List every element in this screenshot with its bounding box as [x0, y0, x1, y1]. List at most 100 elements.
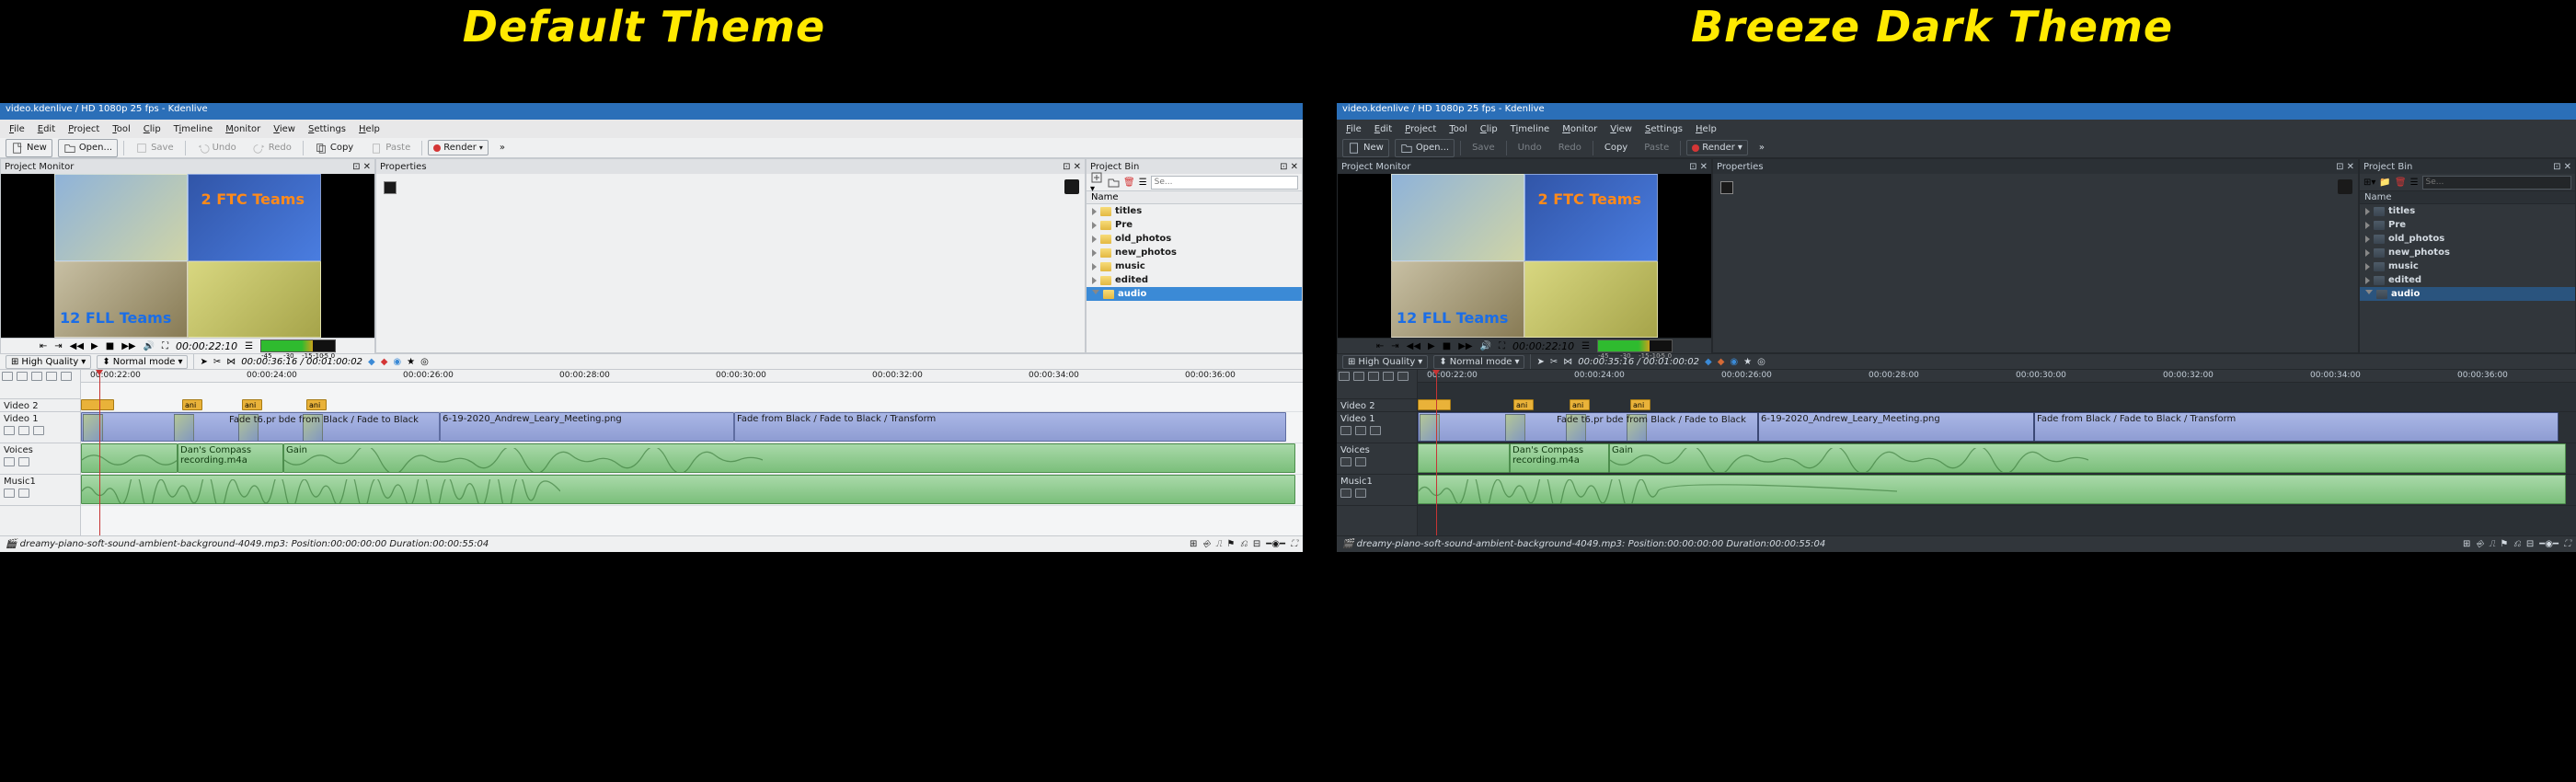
mute-icon[interactable]	[1355, 426, 1366, 435]
status-icon[interactable]: ⚑	[1227, 539, 1235, 549]
hide-icon[interactable]	[1370, 426, 1381, 435]
zoom-slider[interactable]: ━◉━	[1266, 539, 1285, 549]
track-header-voices[interactable]: Voices	[1337, 443, 1417, 475]
mute-icon[interactable]	[18, 426, 29, 435]
status-icon[interactable]: ⛶	[2564, 539, 2570, 549]
marker-icon[interactable]: ◉	[1730, 357, 1738, 367]
clip-title[interactable]: ani	[1630, 399, 1650, 410]
hamburger-icon[interactable]: ☰	[1581, 341, 1590, 351]
clip-audio[interactable]	[1418, 443, 1510, 473]
timeline-settings-icon[interactable]: ◎	[420, 357, 429, 367]
play-button[interactable]: ▶	[1428, 341, 1435, 351]
spacer-tool[interactable]: ⋈	[226, 357, 236, 367]
razor-tool[interactable]: ✂	[1550, 357, 1558, 367]
menu-monitor[interactable]: Monitor	[220, 122, 266, 136]
tag-button[interactable]: ☰	[2410, 178, 2419, 188]
lock-icon[interactable]	[1340, 457, 1351, 466]
toolbar-overflow[interactable]: »	[1754, 140, 1770, 155]
clip-title[interactable]	[81, 399, 114, 410]
menu-help[interactable]: Help	[353, 122, 385, 136]
zoom-slider[interactable]: ━◉━	[2539, 539, 2559, 549]
stop-button[interactable]: ■	[106, 341, 114, 351]
menu-view[interactable]: View	[268, 122, 301, 136]
razor-tool[interactable]: ✂	[213, 357, 221, 367]
timeline-settings-icon[interactable]: ◎	[1757, 357, 1765, 367]
delete-clip-button[interactable]: 🗑	[1123, 178, 1135, 188]
track-header-video1[interactable]: Video 1	[1337, 412, 1417, 443]
delete-clip-button[interactable]: 🗑	[2395, 178, 2407, 188]
mute-icon[interactable]	[1355, 457, 1366, 466]
clip-audio[interactable]: Dan's Compass recording.m4a	[178, 443, 283, 473]
status-icon[interactable]: ⎆	[2476, 539, 2483, 549]
track-header-music[interactable]: Music1	[0, 475, 80, 506]
marker-icon[interactable]: ◆	[1718, 357, 1725, 367]
monitor-timecode[interactable]: 00:00:22:10	[176, 340, 237, 352]
monitor-viewport[interactable]: 2 FTC Teams 12 FLL Teams	[1, 174, 374, 338]
menu-monitor[interactable]: Monitor	[1557, 122, 1603, 136]
track-header-video1[interactable]: Video 1	[0, 412, 80, 443]
track-header-music[interactable]: Music1	[1337, 475, 1417, 506]
bin-search-input[interactable]	[2422, 176, 2571, 190]
panel-controls[interactable]: ⊡ ✕	[1063, 162, 1081, 172]
clip-audio-music[interactable]	[1418, 475, 2566, 504]
track-header-voices[interactable]: Voices	[0, 443, 80, 475]
forward-button[interactable]: ▶▶	[121, 341, 135, 351]
clip-audio[interactable]: Dan's Compass recording.m4a	[1510, 443, 1609, 473]
menu-view[interactable]: View	[1604, 122, 1638, 136]
menu-clip[interactable]: Clip	[1475, 122, 1503, 136]
timeline-tracks-area[interactable]: 00:00:22:00 00:00:24:00 00:00:26:00 00:0…	[81, 370, 1303, 535]
clip-audio[interactable]	[81, 443, 178, 473]
speaker-icon[interactable]: 🔊	[1480, 341, 1491, 351]
lock-icon[interactable]	[4, 426, 15, 435]
clip-title[interactable]: ani	[242, 399, 262, 410]
tl-corner-icon[interactable]	[17, 372, 28, 381]
tl-corner-icon[interactable]	[1368, 372, 1379, 381]
bin-search-input[interactable]	[1151, 176, 1298, 190]
pointer-tool[interactable]: ➤	[1536, 357, 1544, 367]
render-button[interactable]: Render ▾	[1686, 140, 1748, 155]
clip-title[interactable]	[1418, 399, 1451, 410]
new-button[interactable]: New	[6, 139, 52, 157]
status-icon[interactable]: ⊞	[1190, 539, 1197, 549]
tl-corner-icon[interactable]	[31, 372, 42, 381]
timeline-ruler[interactable]: 00:00:22:00 00:00:24:00 00:00:26:00 00:0…	[1418, 370, 2576, 383]
status-icon[interactable]: ⊟	[2526, 539, 2534, 549]
marker-icon[interactable]: ◆	[1705, 357, 1712, 367]
clip-video[interactable]: Fade from Black / Fade to Black / Transf…	[2034, 412, 2559, 442]
marker-icon[interactable]: ◆	[368, 357, 375, 367]
tl-corner-icon[interactable]	[1383, 372, 1394, 381]
panel-controls[interactable]: ⊡ ✕	[2553, 162, 2571, 172]
tl-corner-icon[interactable]	[1353, 372, 1364, 381]
panel-controls[interactable]: ⊡ ✕	[2336, 162, 2354, 172]
clip-video[interactable]: Fade t6.pr bde from Black / Fade to Blac…	[1418, 412, 1758, 442]
tag-button[interactable]: ☰	[1139, 178, 1147, 188]
favorite-icon[interactable]: ★	[407, 357, 415, 367]
spacer-tool[interactable]: ⋈	[1563, 357, 1572, 367]
lock-icon[interactable]	[1340, 489, 1351, 498]
marker-icon[interactable]: ◆	[381, 357, 388, 367]
forward-button[interactable]: ▶▶	[1458, 341, 1472, 351]
titlebar[interactable]: video.kdenlive / HD 1080p 25 fps - Kdenl…	[0, 103, 1303, 120]
lock-icon[interactable]	[4, 457, 15, 466]
zone-start-icon[interactable]: ⇤	[40, 341, 47, 351]
zone-end-icon[interactable]: ⇥	[54, 341, 62, 351]
pointer-tool[interactable]: ➤	[200, 357, 207, 367]
copy-button[interactable]: Copy	[309, 139, 359, 157]
render-button[interactable]: Render▾	[428, 140, 489, 155]
status-icon[interactable]: ⎌	[2513, 539, 2521, 549]
menu-settings[interactable]: Settings	[1639, 122, 1688, 136]
menu-timeline[interactable]: Timeline	[1505, 122, 1556, 136]
status-icon[interactable]: ⎆	[1202, 539, 1210, 549]
clip-video[interactable]: Fade t6.pr bde from Black / Fade to Blac…	[81, 412, 440, 442]
open-button[interactable]: Open...	[1395, 139, 1455, 157]
bin-column-header[interactable]: Name	[1087, 190, 1302, 204]
status-icon[interactable]: ⎍	[2489, 539, 2495, 549]
menu-file[interactable]: File	[4, 122, 30, 136]
mute-icon[interactable]	[18, 457, 29, 466]
panel-controls[interactable]: ⊡ ✕	[1689, 162, 1708, 172]
preview-quality-combo[interactable]: ⊞ High Quality ▾	[6, 355, 91, 369]
clip-video[interactable]: 6-19-2020_Andrew_Leary_Meeting.png	[440, 412, 734, 442]
clip-title[interactable]: ani	[1513, 399, 1534, 410]
tl-corner-icon[interactable]	[46, 372, 57, 381]
toolbar-overflow[interactable]: »	[494, 140, 511, 155]
